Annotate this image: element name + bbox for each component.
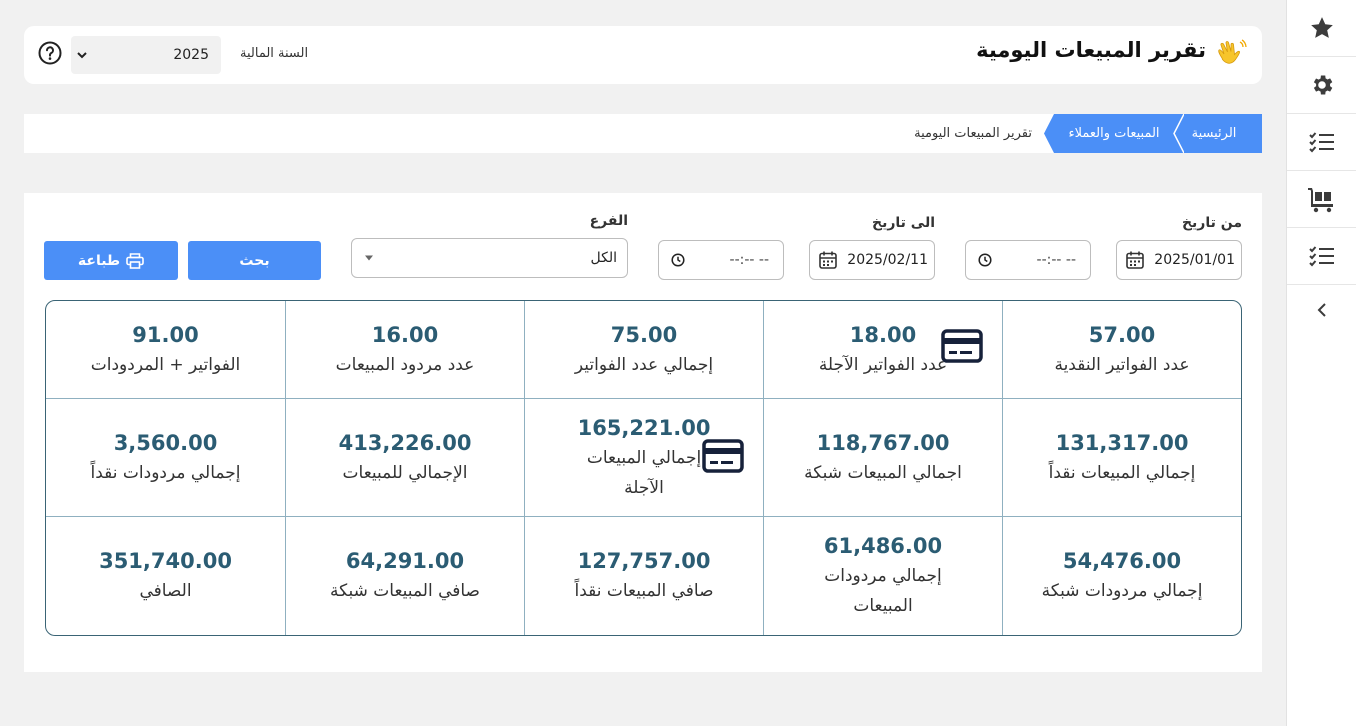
stat-label: إجمالي المبيعات xyxy=(586,447,702,468)
stat-net-cash-sales: 127,757.00 صافي المبيعات نقداً xyxy=(525,517,764,635)
stat-label: عدد الفواتير النقدية xyxy=(1054,354,1190,375)
breadcrumb-current: تقرير المبيعات اليومية xyxy=(914,126,1032,141)
stat-value: 91.00 xyxy=(132,322,199,347)
stat-value: 57.00 xyxy=(1088,322,1156,347)
credit-card-icon xyxy=(941,329,983,363)
to-date-label: الى تاريخ xyxy=(871,215,935,231)
help-icon[interactable] xyxy=(38,41,62,65)
clock-icon xyxy=(978,253,992,267)
favorites-button[interactable] xyxy=(1287,0,1356,57)
stat-total-credit-sales: 165,221.00 إجمالي المبيعات الآجلة xyxy=(525,399,764,517)
stat-value: 64,291.00 xyxy=(345,549,465,573)
stat-value: 127,757.00 xyxy=(577,549,711,573)
printer-icon xyxy=(126,252,144,269)
search-button[interactable]: بحث xyxy=(188,241,321,280)
chevron-left-icon xyxy=(1317,303,1326,317)
stat-net-network-sales: 64,291.00 صافي المبيعات شبكة xyxy=(286,517,525,635)
fiscal-year-value: 2025 xyxy=(173,47,209,63)
branch-label: الفرع xyxy=(589,213,628,229)
stat-value: 18.00 xyxy=(849,322,917,347)
checklist-icon xyxy=(1308,246,1334,267)
stat-label: الإجمالي للمبيعات xyxy=(342,462,468,483)
calendar-icon xyxy=(819,251,837,269)
report-panel: من تاريخ 2025/01/01 --:-- -- الى تاريخ 2… xyxy=(24,193,1262,672)
stat-label: المبيعات xyxy=(853,596,913,616)
stat-total-sales-returns: 61,486.00 إجمالي مردودات المبيعات xyxy=(764,517,1003,635)
gear-icon xyxy=(1313,75,1332,95)
branch-value: الكل xyxy=(590,250,618,266)
stat-total-network-sales: 118,767.00 اجمالي المبيعات شبكة xyxy=(764,399,1003,517)
waving-hand-icon xyxy=(1218,39,1247,64)
stat-label: اجمالي المبيعات شبكة xyxy=(804,462,962,483)
fiscal-year-label: السنة المالية xyxy=(240,46,309,61)
stat-label: الصافي xyxy=(139,581,192,601)
stat-value: 16.00 xyxy=(371,322,439,347)
page-title: تقرير المبيعات اليومية xyxy=(976,38,1206,62)
stat-sales-returns-count: 16.00 عدد مردود المبيعات xyxy=(286,301,525,399)
credit-card-icon xyxy=(702,439,744,473)
stat-total-cash-sales: 131,317.00 إجمالي المبيعات نقداً xyxy=(1003,399,1241,517)
stat-cash-invoices-count: 57.00 عدد الفواتير النقدية xyxy=(1003,301,1241,399)
from-date-label: من تاريخ xyxy=(1181,215,1242,231)
settings-button[interactable] xyxy=(1287,57,1356,114)
tasks-button[interactable] xyxy=(1287,114,1356,171)
collapse-sidebar-button[interactable] xyxy=(1287,285,1356,335)
stat-label: إجمالي المبيعات نقداً xyxy=(1048,462,1196,483)
checklist-icon xyxy=(1308,132,1334,153)
from-date-value: 2025/01/01 xyxy=(1154,252,1235,268)
stat-label: صافي المبيعات شبكة xyxy=(330,581,480,601)
calendar-icon xyxy=(1126,251,1144,269)
cart-icon xyxy=(1307,188,1333,213)
from-time-value: --:-- -- xyxy=(1036,252,1076,268)
stat-value: 413,226.00 xyxy=(338,430,472,455)
stat-credit-invoices-count: 18.00 عدد الفواتير الآجلة xyxy=(764,301,1003,399)
stat-value: 351,740.00 xyxy=(99,549,232,573)
stat-label: عدد مردود المبيعات xyxy=(335,354,475,375)
caret-down-icon xyxy=(365,255,373,261)
stat-net: 351,740.00 الصافي xyxy=(46,517,286,635)
reports-button[interactable] xyxy=(1287,228,1356,285)
breadcrumb: الرئيسية المبيعات والعملاء تقرير المبيعا… xyxy=(24,114,1262,153)
star-icon xyxy=(1310,17,1333,38)
stat-value: 54,476.00 xyxy=(1062,549,1182,573)
to-time-input[interactable]: --:-- -- xyxy=(658,240,784,280)
print-button[interactable]: طباعة xyxy=(44,241,178,280)
fiscal-year-select[interactable]: 2025 xyxy=(71,36,221,74)
print-button-label: طباعة xyxy=(77,252,121,269)
stat-label: عدد الفواتير الآجلة xyxy=(818,354,948,375)
stat-value: 131,317.00 xyxy=(1055,430,1189,455)
sales-button[interactable] xyxy=(1287,171,1356,228)
stat-total-invoices-count: 75.00 إجمالي عدد الفواتير xyxy=(525,301,764,399)
stat-invoices-plus-returns: 91.00 الفواتير + المردودات xyxy=(46,301,286,399)
stat-label: إجمالي مردودات شبكة xyxy=(1041,581,1203,601)
stat-label: إجمالي عدد الفواتير xyxy=(574,354,714,375)
stat-value: 165,221.00 xyxy=(577,415,711,440)
chevron-down-icon xyxy=(77,52,87,59)
stat-value: 118,767.00 xyxy=(816,430,950,455)
clock-icon xyxy=(671,253,685,267)
stat-total-network-returns: 54,476.00 إجمالي مردودات شبكة xyxy=(1003,517,1241,635)
stat-label: الفواتير + المردودات xyxy=(90,354,241,375)
stat-label: إجمالي مردودات xyxy=(824,566,942,586)
from-date-input[interactable]: 2025/01/01 xyxy=(1116,240,1242,280)
stat-value: 61,486.00 xyxy=(823,534,943,558)
branch-select[interactable]: الكل xyxy=(351,238,628,278)
stat-total-cash-returns: 3,560.00 إجمالي مردودات نقداً xyxy=(46,399,286,517)
stat-value: 3,560.00 xyxy=(113,430,218,455)
right-toolbar xyxy=(1286,0,1356,726)
to-date-value: 2025/02/11 xyxy=(847,252,928,268)
to-date-input[interactable]: 2025/02/11 xyxy=(809,240,935,280)
stats-grid: 57.00 عدد الفواتير النقدية 18.00 عدد الف… xyxy=(45,300,1242,636)
breadcrumb-home-link[interactable]: الرئيسية xyxy=(1174,114,1262,153)
stat-total-sales: 413,226.00 الإجمالي للمبيعات xyxy=(286,399,525,517)
stat-label: الآجلة xyxy=(624,477,664,498)
breadcrumb-separator xyxy=(1173,114,1184,153)
stat-label: إجمالي مردودات نقداً xyxy=(90,462,241,483)
to-time-value: --:-- -- xyxy=(729,252,769,268)
stat-value: 75.00 xyxy=(610,322,678,347)
page-header: تقرير المبيعات اليومية السنة المالية 202… xyxy=(24,26,1262,84)
stat-label: صافي المبيعات نقداً xyxy=(574,581,714,601)
breadcrumb-section-link[interactable]: المبيعات والعملاء xyxy=(1044,114,1184,153)
from-time-input[interactable]: --:-- -- xyxy=(965,240,1091,280)
